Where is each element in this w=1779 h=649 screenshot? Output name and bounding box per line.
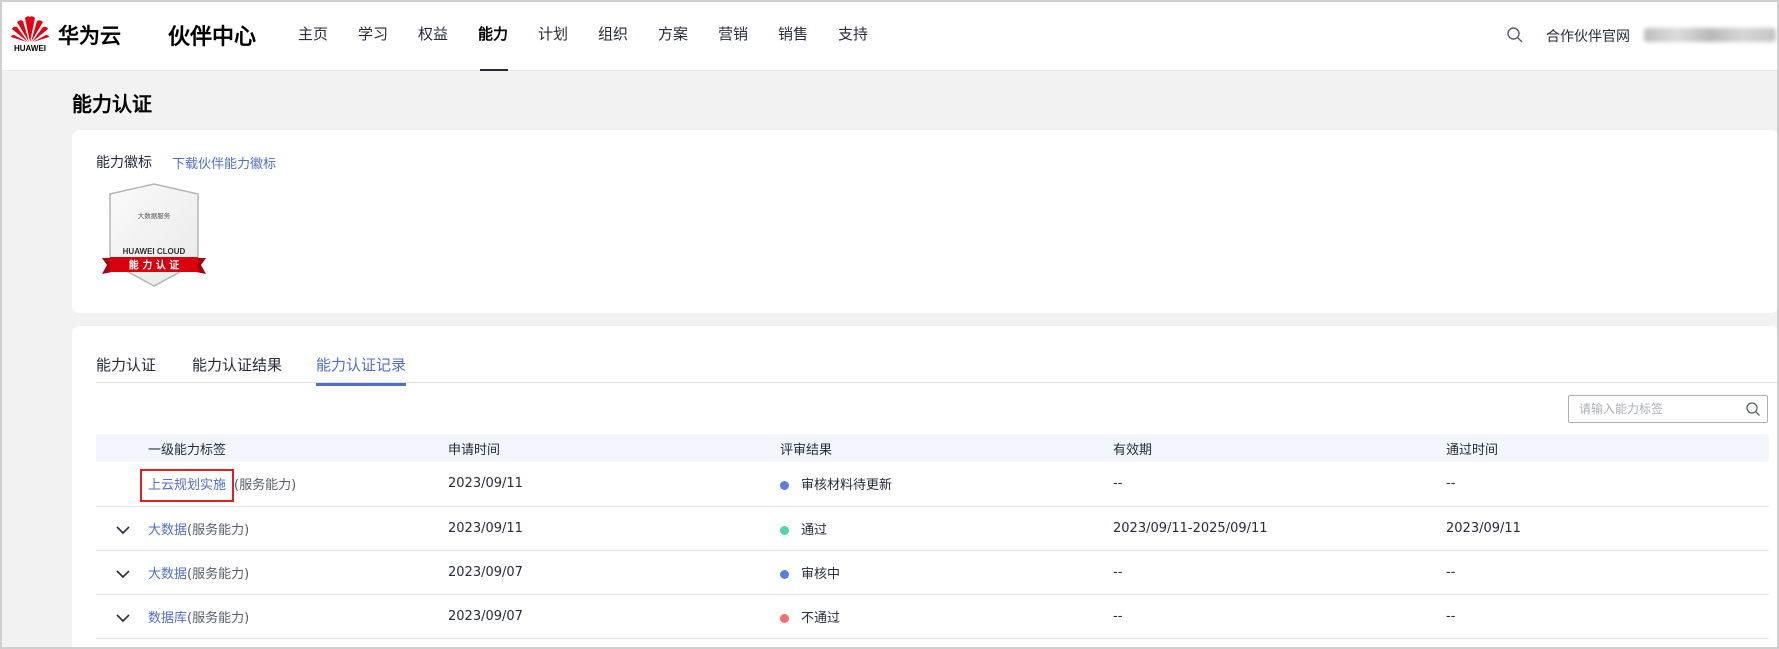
records-card: 能力认证 能力认证结果 能力认证记录 一级能力标签 申请时间 评审结果 有效期 … bbox=[72, 326, 1779, 649]
partner-site-link[interactable]: 合作伙伴官网 bbox=[1546, 26, 1630, 46]
pass-date: 2023/09/11 bbox=[1434, 506, 1769, 551]
review-result: 通过 bbox=[801, 522, 828, 538]
nav-item-organization[interactable]: 组织 bbox=[583, 0, 643, 71]
capability-label-link[interactable]: 上云规划实施 bbox=[140, 469, 235, 503]
tab-cert-records[interactable]: 能力认证记录 bbox=[316, 354, 407, 386]
capability-search-box bbox=[1568, 395, 1768, 423]
search-icon[interactable] bbox=[1506, 26, 1524, 44]
tab-cert-results[interactable]: 能力认证结果 bbox=[192, 354, 282, 383]
badge-section-label: 能力徽标 bbox=[96, 155, 152, 171]
review-result: 审核中 bbox=[801, 566, 841, 582]
status-dot-icon bbox=[780, 569, 789, 579]
main-nav: 主页 学习 权益 能力 计划 组织 方案 营销 销售 支持 bbox=[283, 0, 883, 71]
table-header-row: 一级能力标签 申请时间 评审结果 有效期 通过时间 bbox=[96, 434, 1769, 462]
chevron-down-icon[interactable] bbox=[116, 525, 130, 535]
records-table: 一级能力标签 申请时间 评审结果 有效期 通过时间 上云规划实施 (服务能力) 2… bbox=[96, 434, 1769, 639]
capability-label-link[interactable]: 大数据 bbox=[148, 567, 187, 582]
tab-bar: 能力认证 能力认证结果 能力认证记录 bbox=[96, 326, 1779, 386]
nav-item-benefits[interactable]: 权益 bbox=[403, 0, 463, 71]
capability-type: (服务能力) bbox=[187, 610, 250, 626]
download-badge-link[interactable]: 下载伙伴能力徽标 bbox=[172, 153, 276, 172]
nav-item-marketing[interactable]: 营销 bbox=[703, 0, 763, 71]
review-result: 不通过 bbox=[801, 610, 841, 626]
nav-item-capability[interactable]: 能力 bbox=[463, 0, 523, 71]
apply-date: 2023/09/07 bbox=[436, 550, 768, 595]
column-header: 评审结果 bbox=[768, 434, 1101, 462]
pass-date: -- bbox=[1434, 594, 1769, 639]
nav-item-sales[interactable]: 销售 bbox=[763, 0, 823, 71]
user-account-blurred[interactable] bbox=[1644, 28, 1776, 42]
capability-type: (服务能力) bbox=[234, 478, 297, 494]
status-dot-icon bbox=[780, 481, 789, 491]
capability-label-link[interactable]: 数据库 bbox=[148, 611, 187, 626]
site-title[interactable]: 伙伴中心 bbox=[168, 19, 256, 51]
pass-date: -- bbox=[1434, 550, 1769, 595]
column-header: 通过时间 bbox=[1434, 434, 1769, 462]
pass-date: -- bbox=[1434, 462, 1769, 507]
nav-item-solution[interactable]: 方案 bbox=[643, 0, 703, 71]
table-row: 数据库(服务能力) 2023/09/07 不通过 -- -- bbox=[96, 594, 1769, 639]
validity-period: -- bbox=[1101, 462, 1434, 507]
column-header: 一级能力标签 bbox=[96, 434, 436, 462]
column-header: 有效期 bbox=[1101, 434, 1434, 462]
page-title: 能力认证 bbox=[72, 92, 152, 116]
capability-label-link[interactable]: 大数据 bbox=[148, 523, 187, 538]
validity-period: -- bbox=[1101, 550, 1434, 595]
tab-capability-cert[interactable]: 能力认证 bbox=[96, 354, 156, 383]
review-result: 审核材料待更新 bbox=[801, 478, 893, 494]
nav-item-plan[interactable]: 计划 bbox=[523, 0, 583, 71]
column-header: 申请时间 bbox=[436, 434, 768, 462]
apply-date: 2023/09/11 bbox=[436, 506, 768, 551]
brand-name[interactable]: 华为云 bbox=[58, 20, 121, 50]
capability-type: (服务能力) bbox=[187, 522, 250, 538]
nav-item-learning[interactable]: 学习 bbox=[343, 0, 403, 71]
capability-type: (服务能力) bbox=[187, 566, 250, 582]
badge-cloud-text: HUAWEI CLOUD bbox=[123, 247, 186, 256]
logo-text: HUAWEI bbox=[14, 44, 46, 53]
search-icon[interactable] bbox=[1745, 401, 1761, 417]
capability-search-input[interactable] bbox=[1579, 396, 1739, 422]
table-row: 上云规划实施 (服务能力) 2023/09/11 审核材料待更新 -- -- bbox=[96, 462, 1769, 507]
nav-item-home[interactable]: 主页 bbox=[283, 0, 343, 71]
nav-item-support[interactable]: 支持 bbox=[823, 0, 883, 71]
badge-card: 能力徽标 下载伙伴能力徽标 大数据服务 HUAWEI CLOUD 能 力 认 证 bbox=[72, 130, 1779, 313]
badge-top-text: 大数据服务 bbox=[138, 211, 171, 220]
apply-date: 2023/09/07 bbox=[436, 594, 768, 639]
table-row: 大数据(服务能力) 2023/09/07 审核中 -- -- bbox=[96, 550, 1769, 595]
table-row: 大数据(服务能力) 2023/09/11 通过 2023/09/11-2025/… bbox=[96, 506, 1769, 551]
top-header: HUAWEI 华为云 伙伴中心 主页 学习 权益 能力 计划 组织 方案 营销 … bbox=[0, 0, 1779, 71]
apply-date: 2023/09/11 bbox=[436, 462, 768, 507]
capability-badge-icon: 大数据服务 HUAWEI CLOUD 能 力 认 证 bbox=[102, 183, 206, 287]
badge-ribbon-text: 能 力 认 证 bbox=[129, 259, 179, 272]
validity-period: 2023/09/11-2025/09/11 bbox=[1101, 506, 1434, 551]
status-dot-icon bbox=[780, 525, 789, 535]
validity-period: -- bbox=[1101, 594, 1434, 639]
huawei-logo-icon[interactable]: HUAWEI bbox=[10, 14, 50, 56]
chevron-down-icon[interactable] bbox=[116, 569, 130, 579]
status-dot-icon bbox=[780, 613, 789, 623]
chevron-down-icon[interactable] bbox=[116, 613, 130, 623]
